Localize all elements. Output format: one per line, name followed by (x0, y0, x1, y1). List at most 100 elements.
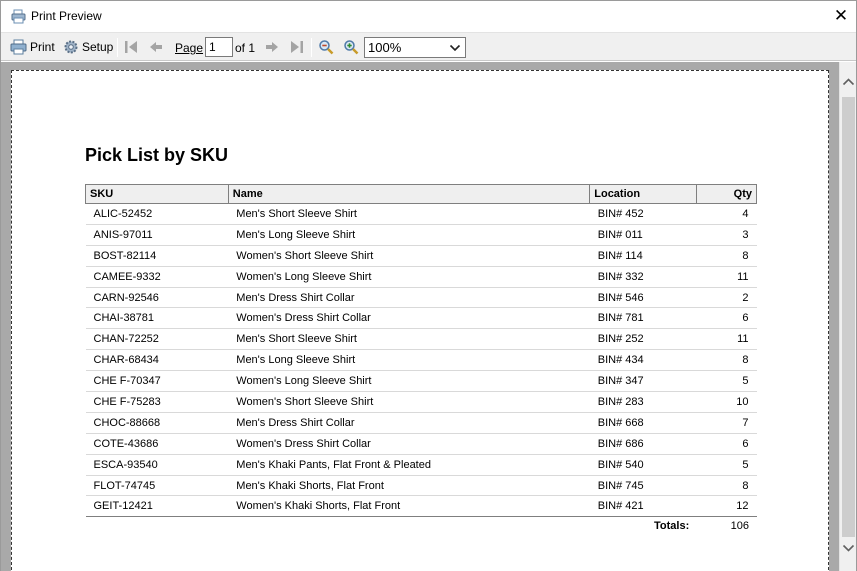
cell-sku: FLOT-74745 (85, 475, 229, 497)
table-row: ALIC-52452 Men's Short Sleeve Shirt BIN# 4… (85, 203, 757, 225)
printer-icon (10, 39, 28, 55)
cell-qty: 5 (696, 370, 757, 393)
table-row: COTE-43686 Women's Dress Shirt Collar BIN#… (85, 433, 757, 455)
cell-name: Men's Khaki Pants, Flat Front & Pleated (228, 454, 590, 476)
report-page: Pick List by SKU SKU Name Location Qty A… (11, 70, 829, 571)
cell-name: Men's Dress Shirt Collar (228, 412, 590, 434)
cell-name: Women's Dress Shirt Collar (228, 307, 590, 330)
zoom-out-button[interactable] (318, 36, 334, 58)
table-row: CHOC-88668 Men's Dress Shirt Collar BIN# 6… (85, 412, 757, 434)
cell-name: Men's Short Sleeve Shirt (228, 328, 590, 351)
table-row: BOST-82114 Women's Short Sleeve Shirt BIN#… (85, 245, 757, 267)
next-page-button[interactable] (264, 36, 280, 58)
cell-location: BIN# 421 (589, 495, 697, 518)
cell-qty: 4 (696, 203, 757, 225)
cell-qty: 8 (696, 349, 757, 372)
scroll-down-icon[interactable] (842, 542, 855, 556)
last-page-button[interactable] (289, 36, 305, 58)
cell-name: Women's Khaki Shorts, Flat Front (228, 495, 590, 518)
cell-sku: COTE-43686 (85, 433, 229, 455)
cell-location: BIN# 347 (589, 370, 697, 393)
cell-name: Men's Short Sleeve Shirt (228, 203, 590, 225)
column-header-location: Location (589, 184, 698, 204)
column-header-sku: SKU (85, 184, 229, 204)
table-row: FLOT-74745 Men's Khaki Shorts, Flat Front… (85, 475, 757, 497)
column-header-name: Name (227, 184, 591, 204)
first-page-icon (123, 39, 139, 55)
page-label: Page (175, 41, 204, 55)
cell-location: BIN# 745 (589, 475, 697, 497)
cell-sku: CAMEE-9332 (85, 266, 229, 288)
cell-location: BIN# 546 (589, 287, 697, 309)
cell-location: BIN# 252 (589, 328, 697, 351)
totals-value: 106 (730, 520, 749, 532)
title-bar: Print Preview ✕ (1, 1, 856, 32)
cell-qty: 11 (696, 266, 757, 288)
cell-sku: BOST-82114 (85, 245, 229, 267)
zoom-in-button[interactable] (343, 36, 359, 58)
cell-qty: 2 (696, 287, 757, 309)
page-count-label: of 1 (235, 41, 256, 55)
cell-location: BIN# 686 (589, 433, 697, 455)
cell-location: BIN# 781 (589, 307, 697, 330)
cell-name: Men's Khaki Shorts, Flat Front (228, 475, 590, 497)
scrollbar-thumb[interactable] (842, 97, 855, 537)
vertical-scrollbar[interactable] (839, 62, 856, 571)
zoom-out-icon (318, 39, 334, 55)
cell-name: Women's Short Sleeve Shirt (228, 245, 590, 267)
page-number-input[interactable] (205, 37, 233, 57)
cell-location: BIN# 452 (589, 203, 697, 225)
cell-sku: GEIT-12421 (85, 495, 229, 518)
cell-name: Men's Long Sleeve Shirt (228, 224, 590, 246)
cell-sku: ALIC-52452 (85, 203, 229, 225)
cell-name: Women's Dress Shirt Collar (228, 433, 590, 455)
print-preview-window: Print Preview ✕ Print Setup Page 1 of 1 … (0, 0, 857, 571)
scroll-up-icon[interactable] (842, 76, 855, 90)
gear-icon (63, 39, 79, 55)
cell-location: BIN# 332 (589, 266, 697, 288)
print-button[interactable]: Print (10, 36, 55, 58)
cell-name: Women's Long Sleeve Shirt (228, 370, 590, 393)
cell-name: Men's Dress Shirt Collar (228, 287, 590, 309)
cell-sku: ESCA-93540 (85, 454, 229, 476)
setup-label: Setup (82, 40, 114, 54)
table-row: CHE F-75283 Women's Short Sleeve Shirt BIN… (85, 391, 757, 413)
prev-page-icon (148, 39, 164, 55)
cell-location: BIN# 540 (589, 454, 697, 476)
window-title: Print Preview (31, 9, 102, 23)
cell-qty: 7 (696, 412, 757, 434)
cell-location: BIN# 114 (589, 245, 697, 267)
zoom-value: 100% (368, 40, 402, 55)
toolbar: Print Setup Page of 1 (1, 32, 856, 61)
setup-button[interactable]: Setup (63, 36, 113, 58)
prev-page-button[interactable] (148, 36, 164, 58)
totals-label: Totals: (654, 520, 690, 532)
cell-qty: 6 (696, 307, 757, 330)
cell-sku: CHAR-68434 (85, 349, 229, 372)
first-page-button[interactable] (123, 36, 139, 58)
cell-qty: 5 (696, 454, 757, 476)
cell-qty: 8 (696, 475, 757, 497)
preview-viewport[interactable]: Pick List by SKU SKU Name Location Qty A… (1, 62, 839, 571)
close-button[interactable]: ✕ (827, 4, 855, 28)
cell-name: Women's Short Sleeve Shirt (228, 391, 590, 413)
table-row: CHAR-68434 Men's Long Sleeve Shirt BIN# 43… (85, 349, 757, 372)
cell-qty: 8 (696, 245, 757, 267)
table-row: CHAN-72252 Men's Short Sleeve Shirt BIN# 2… (85, 328, 757, 351)
cell-name: Women's Long Sleeve Shirt (228, 266, 590, 288)
table-row: CHE F-70347 Women's Long Sleeve Shirt BIN#… (85, 370, 757, 393)
table-row: GEIT-12421 Women's Khaki Shorts, Flat Fro… (85, 495, 757, 518)
zoom-select[interactable]: 100% (364, 37, 466, 58)
next-page-icon (264, 39, 280, 55)
cell-location: BIN# 283 (589, 391, 697, 413)
cell-qty: 11 (696, 328, 757, 351)
cell-qty: 3 (696, 224, 757, 246)
cell-sku: CHE F-70347 (85, 370, 229, 393)
chevron-down-icon (449, 42, 461, 57)
table-row: ANIS-97011 Men's Long Sleeve Shirt BIN# 01… (85, 224, 757, 246)
toolbar-separator (311, 38, 312, 57)
table-header-row: SKU Name Location Qty (85, 184, 757, 204)
cell-sku: CHOC-88668 (85, 412, 229, 434)
cell-location: BIN# 011 (589, 224, 697, 246)
table-row: CHAI-38781 Women's Dress Shirt Collar BIN#… (85, 307, 757, 330)
